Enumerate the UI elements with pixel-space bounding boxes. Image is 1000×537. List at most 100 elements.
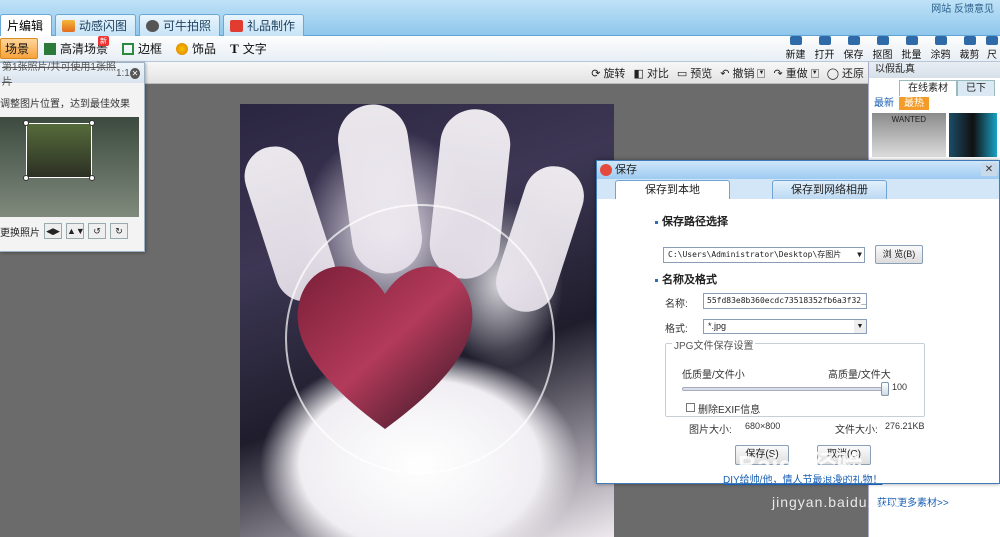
crop-selection[interactable] (23, 120, 95, 181)
undo-label: 撤销 (732, 68, 755, 80)
batch-label: 批量 (901, 50, 922, 61)
resize-handle[interactable] (23, 175, 29, 181)
tab-downloaded[interactable]: 已下 (957, 80, 995, 96)
toolbar: 场景 高清场景 新 边框 饰品 T 文字 新建 打开 保存 抠图 批量 涂鸦 裁… (0, 36, 1000, 62)
flip-vertical-icon[interactable]: ▲▼ (66, 223, 85, 239)
dialog-title-bar: 保存 ✕ (597, 161, 999, 179)
redo-icon: ↷ (773, 67, 783, 80)
file-size-label: 文件大小: (835, 425, 878, 436)
text-button[interactable]: T 文字 (226, 38, 275, 59)
compare-button[interactable]: ◧ 对比 (633, 65, 668, 81)
sort-hottest[interactable]: 最热 (899, 97, 929, 110)
material-thumbnail[interactable]: WANTED (872, 113, 946, 157)
rotate-left-icon[interactable]: ↺ (88, 223, 106, 239)
tab-online-material[interactable]: 在线素材 (899, 80, 957, 96)
chevron-down-icon[interactable]: ▼ (757, 68, 766, 78)
batch-button[interactable]: 批量 (897, 36, 926, 62)
jpg-settings-group: JPG文件保存设置 低质量/文件小 高质量/文件大 100 删除EXIF信息 (665, 337, 925, 417)
resize-icon (986, 36, 998, 45)
flip-horizontal-icon[interactable]: ◀▶ (44, 223, 62, 239)
new-icon (789, 36, 802, 45)
text-icon: T (230, 40, 239, 56)
flash-icon (62, 19, 76, 32)
save-icon (847, 36, 860, 45)
image-size-value: 680×800 (745, 421, 781, 431)
rotate-button[interactable]: ⟳ 旋转 (591, 65, 625, 81)
doodle-button[interactable]: 涂鸦 (926, 36, 955, 62)
preview-label: 预览 (690, 68, 713, 80)
rotate-right-icon[interactable]: ↻ (110, 223, 128, 239)
border-button[interactable]: 边框 (118, 38, 170, 59)
scene-button[interactable]: 场景 (0, 38, 39, 59)
image-size-label: 图片大小: (689, 425, 732, 436)
tab-gift[interactable]: 礼品制作 (223, 14, 305, 36)
save-label: 保存 (843, 50, 864, 61)
open-label: 打开 (814, 50, 835, 61)
app-logo-icon (600, 164, 612, 176)
hd-scene-icon (44, 42, 57, 55)
filename-input[interactable]: 55fd83e8b360ecdc73518352fb6a3f32_co (703, 293, 867, 309)
decor-button[interactable]: 饰品 (172, 38, 224, 59)
zoom-level[interactable]: 1:1 (116, 68, 130, 79)
tab-save-online[interactable]: 保存到网络相册 (772, 180, 887, 199)
undo-button[interactable]: ↶ 撤销 ▼ (720, 65, 766, 81)
chevron-down-icon[interactable]: ▼ (810, 68, 819, 78)
save-button[interactable]: 保存 (839, 36, 868, 62)
tab-label: 动感闪图 (79, 19, 128, 33)
browse-button[interactable]: 浏 览(B) (875, 245, 923, 264)
compare-label: 对比 (646, 68, 669, 80)
open-button[interactable]: 打开 (810, 36, 839, 62)
format-select[interactable]: *.jpg ▼ (703, 319, 867, 334)
undo-icon: ↶ (720, 67, 730, 80)
jpg-settings-caption: JPG文件保存设置 (672, 337, 756, 352)
quality-slider[interactable] (682, 382, 889, 396)
crop-button[interactable]: 裁剪 (955, 36, 984, 62)
cutout-button[interactable]: 抠图 (868, 36, 897, 62)
panel-header: 第1张照片/共可使用1张照片 1:1 ✕ (0, 62, 144, 88)
material-tabs: 在线素材 已下 (869, 80, 1000, 96)
close-icon[interactable]: ✕ (129, 67, 140, 79)
thumbnail-text: WANTED (891, 115, 926, 124)
tab-save-local[interactable]: 保存到本地 (615, 180, 730, 199)
hd-scene-button[interactable]: 高清场景 新 (40, 36, 116, 59)
name-section-title: 名称及格式 (655, 271, 717, 287)
restore-icon: ◯ (826, 67, 839, 80)
preview-button[interactable]: ▭ 预览 (677, 65, 712, 81)
material-thumbnails: WANTED (869, 110, 1000, 160)
tab-label: 可牛拍照 (163, 19, 212, 33)
quality-value: 100 (892, 382, 908, 392)
tab-label: 片编辑 (7, 19, 44, 33)
name-label: 名称: (665, 299, 688, 310)
save-path-select[interactable]: C:\Users\Administrator\Desktop\存图片 ▼ (663, 247, 865, 263)
replace-photo-button[interactable]: 更换照片 (0, 224, 40, 239)
tab-camera[interactable]: 可牛拍照 (139, 14, 221, 36)
gift-icon (230, 19, 244, 32)
restore-button[interactable]: ◯ 还原 (827, 65, 864, 81)
heart-photo (297, 266, 473, 429)
save-dialog: 保存 ✕ 保存到本地 保存到网络相册 保存路径选择 C:\Users\Admin… (596, 160, 1000, 486)
photo-canvas[interactable] (240, 104, 614, 537)
top-links[interactable]: 网站 反馈意见 (931, 0, 994, 15)
material-thumbnail[interactable] (948, 113, 997, 157)
sort-newest[interactable]: 最新 (869, 97, 899, 110)
size-button[interactable]: 尺 (984, 36, 1000, 62)
cutout-label: 抠图 (872, 50, 893, 61)
rotate-label: 旋转 (603, 68, 626, 80)
compare-icon: ◧ (633, 67, 644, 80)
new-button[interactable]: 新建 (781, 36, 810, 62)
text-label: 文字 (242, 42, 267, 56)
tab-flash[interactable]: 动感闪图 (55, 14, 137, 36)
resize-handle[interactable] (23, 120, 29, 126)
exif-checkbox[interactable] (686, 403, 695, 412)
chevron-down-icon[interactable]: ▼ (854, 320, 866, 333)
decor-label: 饰品 (192, 42, 217, 56)
chevron-down-icon[interactable]: ▼ (857, 248, 862, 262)
close-icon[interactable]: ✕ (981, 163, 997, 176)
preview-icon: ▭ (676, 67, 688, 80)
file-size-value: 276.21KB (885, 421, 925, 431)
redo-button[interactable]: ↷ 重做 ▼ (773, 65, 819, 81)
resize-handle[interactable] (89, 120, 95, 126)
resize-handle[interactable] (89, 175, 95, 181)
tab-photo-edit[interactable]: 片编辑 (0, 14, 53, 36)
slider-thumb[interactable] (881, 382, 889, 396)
